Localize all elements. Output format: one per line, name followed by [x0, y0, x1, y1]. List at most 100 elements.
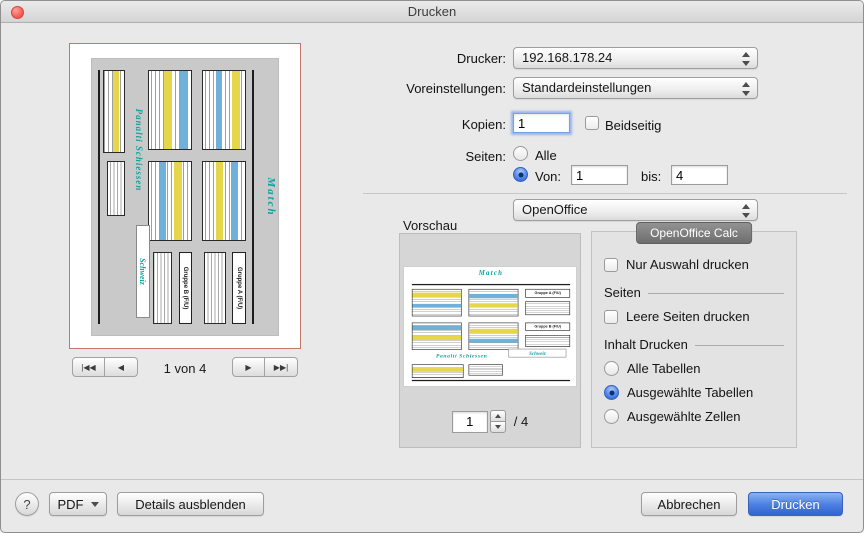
caption-rule [695, 345, 784, 346]
sheet-table [153, 252, 172, 324]
printer-popup[interactable]: 192.168.178.24 [513, 47, 758, 69]
pdf-menu-button[interactable]: PDF [49, 492, 107, 516]
sheet-table [148, 161, 193, 241]
duplex-checkbox[interactable] [585, 116, 599, 130]
popup-arrows-icon [741, 52, 751, 66]
next-page-button[interactable]: ▶ [232, 357, 265, 377]
pages-all-label: Alle [535, 148, 557, 163]
all-tables-radio[interactable] [604, 361, 619, 376]
stepper-up-button[interactable] [490, 410, 506, 421]
print-preview: Match Gruppe A (F/U) Gruppe B (F/U) Schw… [69, 43, 301, 349]
footer-divider [1, 479, 863, 480]
blank-pages-label: Leere Seiten drucken [626, 309, 750, 324]
page-to-input[interactable] [671, 165, 728, 185]
sheet-title: Match [265, 59, 277, 335]
prev-page-button[interactable]: ◀ [105, 357, 138, 377]
pager-forward-group: ▶ ▶▶| [232, 357, 298, 377]
sheet-table [469, 289, 519, 317]
sheet-group-a-label: Gruppe A (F/U) [232, 252, 246, 324]
page-total-label: / 4 [514, 414, 528, 429]
sheet-penalty-label: Panalti Schiessen [134, 92, 144, 208]
first-page-button[interactable]: |◀◀ [72, 357, 105, 377]
pages-to-label: bis: [641, 169, 661, 184]
presets-label: Voreinstellungen: [341, 81, 506, 96]
sheet-table [148, 70, 193, 150]
sheet-table [202, 161, 247, 241]
last-page-button[interactable]: ▶▶| [265, 357, 298, 377]
arrow-up-icon [495, 414, 501, 418]
sheet-country-label: Schweiz [508, 349, 566, 358]
pdf-label: PDF [58, 497, 84, 512]
page-stepper [490, 410, 506, 433]
sheet-table [469, 364, 503, 376]
cancel-button[interactable]: Abbrechen [641, 492, 737, 516]
vorschau-panel: Match Gruppe A (F/U) Gruppe B (F/U) Schw… [399, 233, 581, 448]
sheet-divider [412, 284, 570, 285]
selected-cells-label: Ausgewählte Zellen [627, 409, 740, 424]
sheet-group-b-label: Gruppe B (F/U) [525, 322, 570, 331]
popup-arrows-icon [741, 204, 751, 218]
chevron-down-icon [91, 502, 99, 507]
preview-sheet-rotated: Match Gruppe A (F/U) Gruppe B (F/U) Schw… [92, 59, 278, 335]
window-title: Drucken [1, 4, 863, 19]
content-group-caption: Inhalt Drucken [604, 337, 784, 352]
pager-back-group: |◀◀ ◀ [72, 357, 138, 377]
vorschau-page-thumbnail: Match Gruppe A (F/U) Gruppe B (F/U) Schw… [403, 266, 577, 387]
details-toggle-button[interactable]: Details ausblenden [117, 492, 264, 516]
arrow-down-icon [495, 425, 501, 429]
sheet-penalty-label: Panalti Schiessen [426, 352, 498, 358]
popup-arrows-icon [741, 82, 751, 96]
sheet-country-label: Schweiz [136, 224, 150, 318]
only-selection-checkbox[interactable] [604, 258, 618, 272]
pages-range-radio[interactable] [513, 167, 528, 182]
caption-rule [648, 293, 784, 294]
sheet-title: Match [405, 270, 577, 277]
selected-cells-radio[interactable] [604, 409, 619, 424]
app-section-popup[interactable]: OpenOffice [513, 199, 758, 221]
vorschau-title: Vorschau [403, 218, 457, 233]
all-tables-label: Alle Tabellen [627, 361, 700, 376]
presets-popup-value: Standardeinstellungen [522, 80, 651, 95]
page-from-input[interactable] [571, 165, 628, 185]
sheet-table [525, 335, 570, 347]
sheet-group-b-label: Gruppe B (F/U) [179, 252, 193, 324]
blank-pages-checkbox[interactable] [604, 310, 618, 324]
pages-label: Seiten: [341, 149, 506, 164]
section-divider [363, 193, 847, 194]
sheet-table [202, 70, 247, 150]
content-group-label: Inhalt Drucken [604, 337, 688, 352]
preview-page-input[interactable] [452, 411, 488, 433]
only-selection-label: Nur Auswahl drucken [626, 257, 749, 272]
sheet-table [107, 161, 126, 216]
calc-options-tab: OpenOffice Calc [636, 222, 752, 244]
sheet-group-a-label: Gruppe A (F/U) [525, 289, 570, 298]
help-button[interactable]: ? [15, 492, 39, 516]
print-dialog: Drucken Match Gruppe A (F/U) Gruppe B (F… [0, 0, 864, 533]
preview-page: Match Gruppe A (F/U) Gruppe B (F/U) Schw… [84, 52, 286, 341]
printer-popup-value: 192.168.178.24 [522, 50, 612, 65]
stepper-down-button[interactable] [490, 421, 506, 433]
pages-group-caption: Seiten [604, 285, 784, 300]
duplex-label: Beidseitig [605, 118, 661, 133]
print-button[interactable]: Drucken [748, 492, 843, 516]
copies-label: Kopien: [341, 117, 506, 132]
vorschau-pager: / 4 [400, 410, 580, 433]
copies-input[interactable] [513, 113, 570, 133]
sheet-divider [412, 380, 570, 381]
pages-group-label: Seiten [604, 285, 641, 300]
sheet-table [469, 322, 519, 350]
app-section-popup-value: OpenOffice [522, 202, 588, 217]
pages-all-radio[interactable] [513, 146, 528, 161]
sheet-divider [252, 70, 254, 324]
calc-options-panel: OpenOffice Calc Nur Auswahl drucken Seit… [591, 231, 797, 448]
sheet-table [412, 364, 464, 378]
sheet-table [525, 301, 570, 315]
sheet-table [412, 289, 462, 317]
sheet-table [204, 252, 226, 324]
presets-popup[interactable]: Standardeinstellungen [513, 77, 758, 99]
titlebar: Drucken [1, 1, 863, 23]
printer-label: Drucker: [341, 51, 506, 66]
selected-tables-label: Ausgewählte Tabellen [627, 385, 753, 400]
sheet-table [103, 70, 125, 153]
selected-tables-radio[interactable] [604, 385, 619, 400]
